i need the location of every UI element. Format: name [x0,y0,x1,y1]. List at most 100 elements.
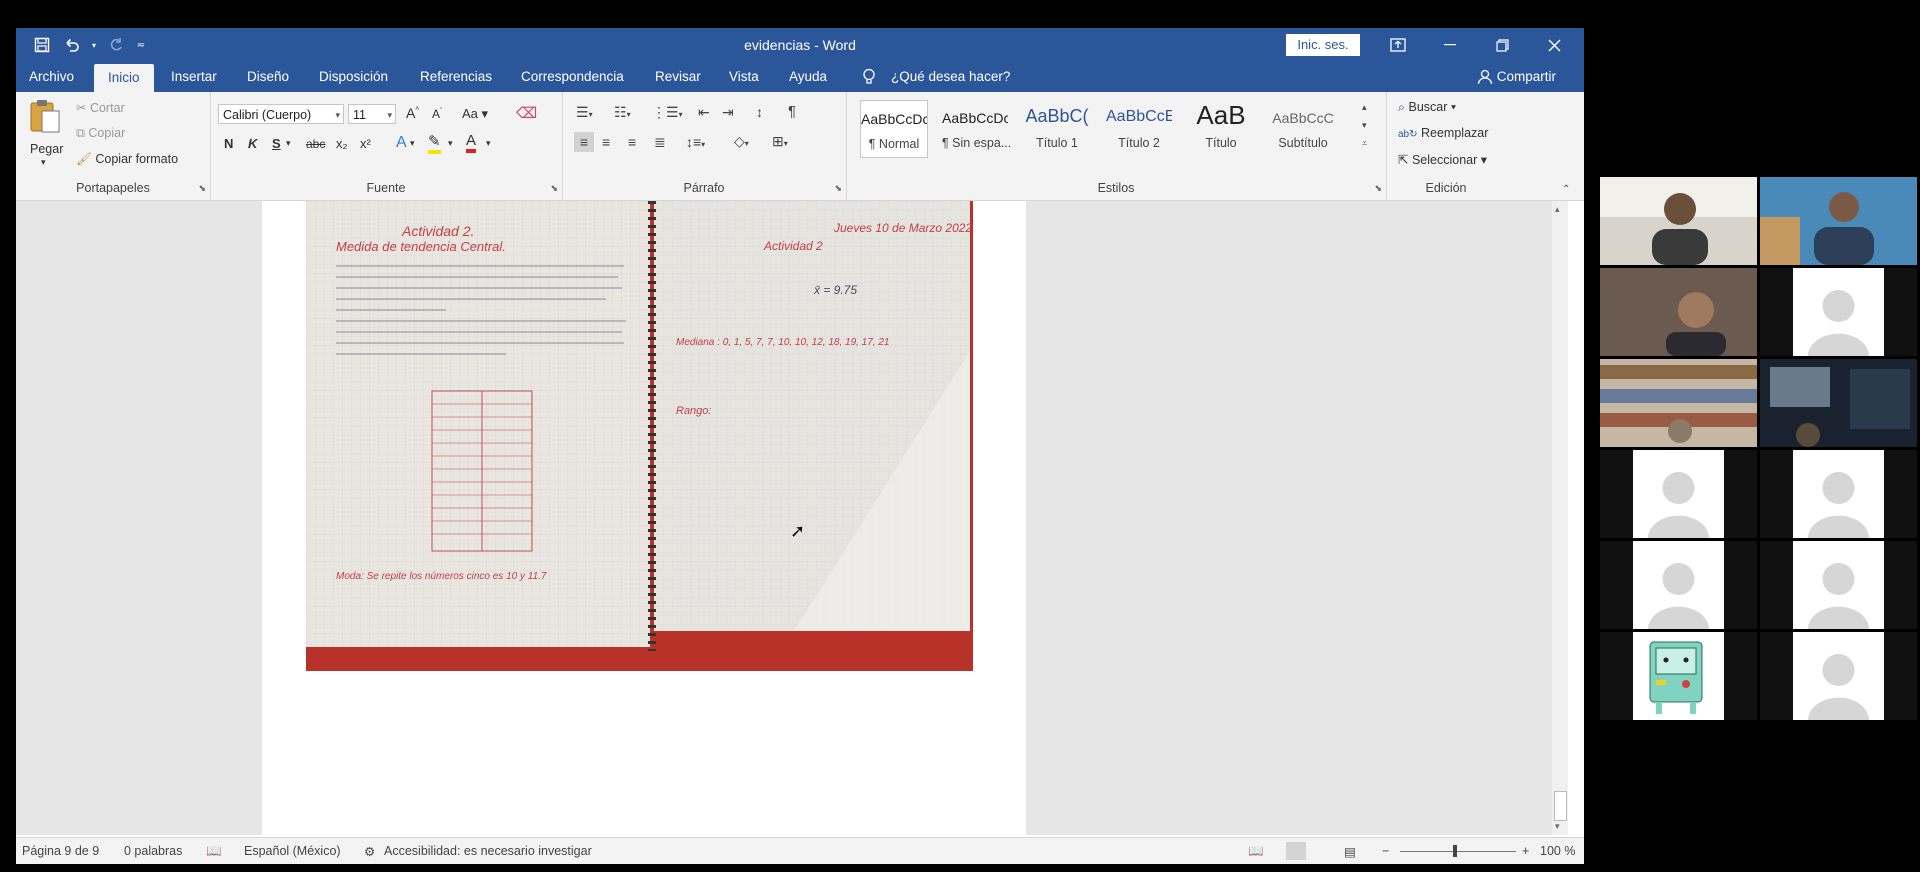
increase-indent-icon[interactable]: ⇥ [722,104,734,121]
text-effects-dropdown-icon[interactable]: ▾ [410,138,415,149]
highlight-dropdown-icon[interactable]: ▾ [448,138,453,149]
superscript-button[interactable]: x² [360,136,371,151]
borders-icon[interactable]: ⊞▾ [772,133,788,150]
paste-button[interactable]: Pegar [30,142,63,156]
word-count[interactable]: 0 palabras [124,844,182,858]
scroll-thumb[interactable] [1554,791,1567,821]
share-button[interactable]: Compartir [1477,62,1556,92]
tab-inicio[interactable]: Inicio [94,64,154,92]
italic-button[interactable]: K [248,136,257,151]
ribbon-display-options-icon[interactable] [1374,28,1422,62]
underline-dropdown-icon[interactable]: ▾ [286,138,291,149]
multilevel-list-icon[interactable]: ⋮☰▾ [652,104,683,121]
zoom-slider[interactable] [1400,851,1516,852]
copy-button[interactable]: ⧉ Copiar [76,126,125,141]
grow-font-icon[interactable]: A^ [406,105,419,121]
participant-avatar[interactable] [1760,632,1917,720]
page-count[interactable]: Página 9 de 9 [22,844,99,858]
align-left-icon[interactable]: ≡ [574,132,594,152]
participant-avatar[interactable] [1600,541,1757,629]
web-layout-icon[interactable]: ▤ [1344,844,1356,859]
tab-archivo[interactable]: Archivo [29,62,74,92]
sort-icon[interactable]: ↕ [756,104,763,120]
align-center-icon[interactable]: ≡ [602,134,610,150]
align-right-icon[interactable]: ≡ [628,134,636,150]
minimize-icon[interactable] [1426,28,1474,62]
style-heading-1[interactable]: AaBbC( Título 1 [1024,100,1090,156]
shading-icon[interactable]: ◇▾ [734,133,749,150]
replace-button[interactable]: ab↻ Reemplazar [1398,126,1488,140]
font-name-combo[interactable]: Calibri (Cuerpo) ▾ [218,104,344,124]
accessibility-status[interactable]: Accesibilidad: es necesario investigar [384,844,592,858]
tab-revisar[interactable]: Revisar [655,62,701,92]
font-launcher-icon[interactable]: ⬊ [550,183,558,194]
proofing-icon[interactable]: 📖 [206,844,222,859]
bullets-icon[interactable]: ☰▾ [576,104,593,121]
participant-video[interactable] [1760,359,1917,447]
font-color-icon[interactable]: A [466,133,477,153]
document-page[interactable]: Actividad 2. Medida de tendencia Central… [262,201,1026,835]
style-heading-2[interactable]: AaBbCcE Título 2 [1106,100,1172,156]
tab-referencias[interactable]: Referencias [420,62,492,92]
style-no-spacing[interactable]: AaBbCcDc ¶ Sin espa... [942,100,1011,156]
close-icon[interactable] [1530,28,1578,62]
line-spacing-icon[interactable]: ↕≡▾ [686,134,705,150]
numbering-icon[interactable]: ☷▾ [614,104,631,121]
read-mode-icon[interactable]: 📖 [1248,844,1264,859]
change-case-button[interactable]: Aa ▾ [462,106,488,122]
style-title[interactable]: AaB Título [1188,100,1254,156]
cut-button[interactable]: ✂ Cortar [76,100,125,115]
tab-correspondencia[interactable]: Correspondencia [521,62,624,92]
sign-in-button[interactable]: Inic. ses. [1286,34,1360,56]
show-marks-icon[interactable]: ¶ [788,103,796,120]
tab-vista[interactable]: Vista [729,62,759,92]
paste-dropdown-icon[interactable]: ▾ [41,157,46,168]
participant-avatar[interactable] [1600,450,1757,538]
justify-icon[interactable]: ≣ [654,134,666,151]
participant-avatar[interactable] [1760,541,1917,629]
styles-launcher-icon[interactable]: ⬊ [1374,183,1382,194]
underline-button[interactable]: S [272,136,281,151]
collapse-ribbon-icon[interactable]: ⌃ [1562,184,1570,195]
bold-button[interactable]: N [224,136,233,151]
participant-video[interactable] [1600,268,1757,356]
subscript-button[interactable]: x₂ [336,136,348,151]
tab-disposicion[interactable]: Disposición [319,62,388,92]
find-button[interactable]: ⌕ Buscar ▾ [1398,100,1456,115]
participant-video[interactable] [1600,177,1757,265]
participant-avatar[interactable] [1760,450,1917,538]
scroll-down-icon[interactable]: ▾ [1555,821,1560,832]
style-subtitle[interactable]: AaBbCcC Subtítulo [1270,100,1336,156]
decrease-indent-icon[interactable]: ⇤ [698,104,710,121]
styles-scroll-icon[interactable]: ▴ ▾ ⩡ [1362,98,1367,152]
style-normal[interactable]: AaBbCcDc ¶ Normal [860,100,928,158]
format-painter-button[interactable]: 🖌 Copiar formato [76,152,178,167]
text-effects-icon[interactable]: A [396,134,407,152]
restore-icon[interactable] [1478,28,1526,62]
font-size-combo[interactable]: 11 ▾ [348,104,396,124]
tab-diseno[interactable]: Diseño [247,62,289,92]
participant-avatar[interactable] [1760,268,1917,356]
zoom-level[interactable]: 100 % [1540,844,1575,858]
zoom-in-icon[interactable]: + [1522,844,1529,858]
participant-avatar[interactable] [1600,632,1757,720]
participant-video[interactable] [1600,359,1757,447]
select-button[interactable]: ⇱ Seleccionar ▾ [1398,152,1487,167]
scroll-up-icon[interactable]: ▴ [1555,204,1560,215]
clipboard-launcher-icon[interactable]: ⬊ [198,183,206,194]
clear-formatting-icon[interactable]: ⌫ [516,104,537,122]
zoom-out-icon[interactable]: − [1382,844,1389,858]
tell-me-search[interactable]: ¿Qué desea hacer? [891,62,1010,92]
participant-video[interactable] [1760,177,1917,265]
vertical-scrollbar[interactable]: ▴ ▾ [1552,201,1568,835]
highlight-icon[interactable]: ✎ [428,134,441,154]
tab-ayuda[interactable]: Ayuda [789,62,827,92]
language[interactable]: Español (México) [244,844,341,858]
paragraph-launcher-icon[interactable]: ⬊ [834,183,842,194]
tab-insertar[interactable]: Insertar [171,62,217,92]
shrink-font-icon[interactable]: Aˇ [432,107,442,121]
zoom-slider-thumb[interactable] [1453,845,1457,857]
print-layout-icon[interactable] [1286,842,1306,860]
strikethrough-button[interactable]: abc [306,137,325,151]
font-color-dropdown-icon[interactable]: ▾ [486,138,491,149]
